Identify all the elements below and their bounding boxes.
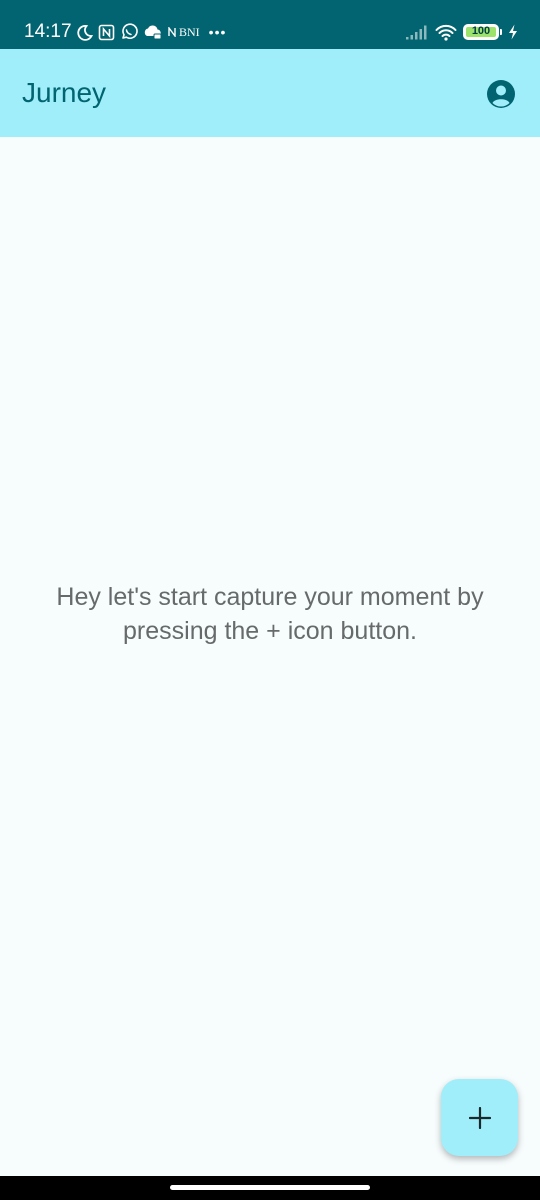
moon-icon <box>77 24 93 41</box>
status-right-icons: 100 <box>399 22 518 42</box>
app-bar: Jurney <box>0 49 540 137</box>
account-button[interactable] <box>486 79 516 109</box>
more-notifications-indicator: ••• <box>208 24 227 40</box>
battery-level: 100 <box>471 25 491 37</box>
battery-tip <box>500 29 502 35</box>
battery-icon: 100 <box>463 24 499 40</box>
plus-icon <box>468 1106 491 1129</box>
navigation-bar <box>0 1176 540 1200</box>
carrier-icon <box>168 27 176 37</box>
nfc-icon <box>98 24 115 40</box>
signal-icon <box>406 25 427 40</box>
home-gesture-handle[interactable] <box>170 1185 370 1190</box>
add-moment-button[interactable] <box>441 1079 518 1156</box>
cloud-games-icon <box>144 24 162 39</box>
status-left-icons: BNI ••• <box>76 22 231 42</box>
carrier-label: BNI <box>179 25 200 39</box>
whatsapp-icon <box>122 23 138 39</box>
account-circle-icon <box>487 80 515 108</box>
app-title: Jurney <box>22 77 107 108</box>
wifi-icon <box>435 24 457 41</box>
empty-state-message: Hey let's start capture your moment by p… <box>56 583 484 645</box>
status-time: 14:17 <box>24 21 72 42</box>
status-bar: 14:17 BNI ••• 100 <box>0 0 540 49</box>
charging-icon <box>509 24 517 40</box>
